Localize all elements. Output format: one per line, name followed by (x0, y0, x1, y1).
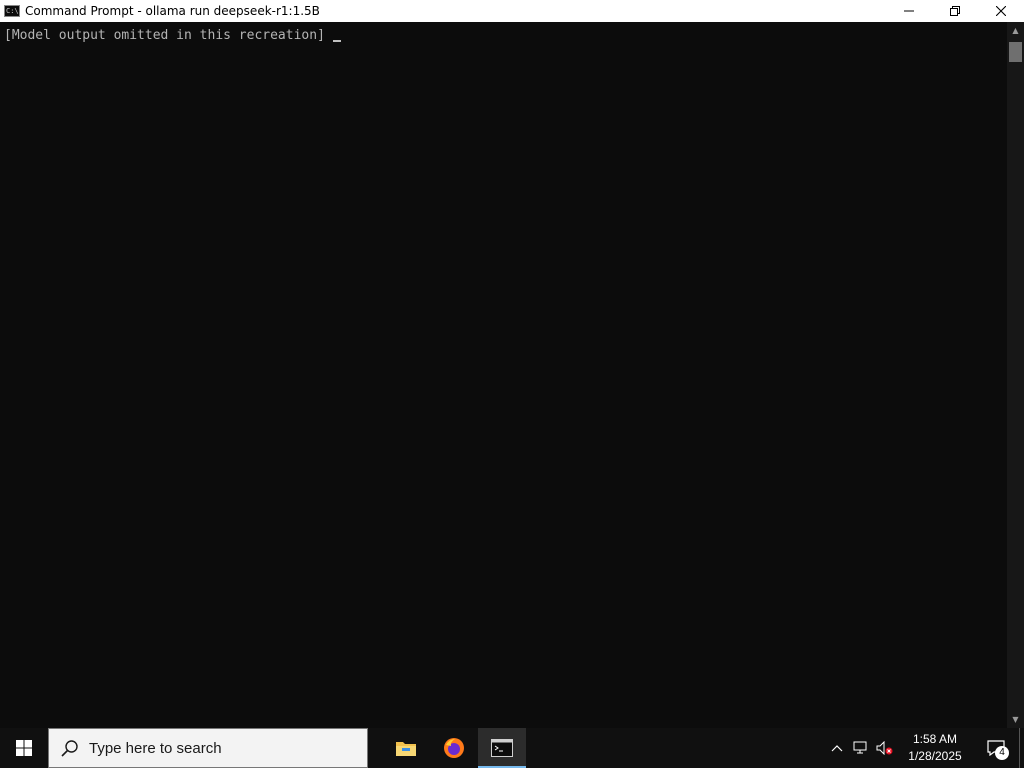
clock-time: 1:58 AM (912, 732, 958, 746)
volume-muted-icon (876, 741, 893, 755)
title-bar[interactable]: C:\ Command Prompt - ollama run deepseek… (0, 0, 1024, 22)
scroll-up-icon[interactable]: ▲ (1007, 22, 1024, 39)
search-icon (61, 740, 78, 757)
folder-icon (396, 742, 416, 756)
chevron-up-icon (831, 745, 843, 752)
taskbar-app-firefox[interactable] (430, 728, 478, 768)
taskbar-search-box[interactable]: Type here to search (48, 728, 368, 768)
firefox-icon (444, 738, 464, 758)
terminal-icon (491, 739, 513, 757)
window-title: Command Prompt - ollama run deepseek-r1:… (25, 4, 320, 18)
command-prompt-window: C:\ Command Prompt - ollama run deepseek… (0, 0, 1024, 728)
scroll-thumb[interactable] (1009, 42, 1022, 62)
taskbar-app-file-explorer[interactable] (382, 728, 430, 768)
action-center-button[interactable]: 4 (973, 728, 1019, 768)
close-icon (996, 6, 1006, 16)
taskbar-app-command-prompt[interactable] (478, 728, 526, 768)
scroll-down-icon[interactable]: ▼ (1007, 711, 1024, 728)
system-tray: 1:58 AM 1/28/2025 4 (825, 728, 1024, 768)
console-placeholder: [Model output omitted in this recreation… (4, 28, 325, 43)
network-button[interactable] (849, 728, 873, 768)
show-desktop-button[interactable] (1019, 728, 1024, 768)
network-icon (853, 741, 867, 754)
clock[interactable]: 1:58 AM 1/28/2025 (897, 731, 973, 765)
console-output[interactable]: [Model output omitted in this recreation… (0, 22, 1007, 728)
search-placeholder: Type here to search (89, 739, 222, 757)
taskbar: Type here to search 1:58 AM 1/28/2025 4 (0, 728, 1024, 768)
clock-date: 1/28/2025 (908, 749, 962, 763)
maximize-button[interactable] (932, 0, 978, 22)
console-app-icon: C:\ (4, 5, 20, 17)
close-button[interactable] (978, 0, 1024, 22)
vertical-scrollbar[interactable]: ▲ ▼ (1007, 22, 1024, 728)
minimize-icon (904, 10, 914, 12)
maximize-icon (950, 6, 960, 16)
volume-button[interactable] (873, 728, 897, 768)
notification-count-badge: 4 (995, 746, 1009, 760)
start-button[interactable] (0, 728, 48, 768)
text-cursor (332, 40, 341, 42)
windows-logo-icon (16, 740, 32, 756)
show-hidden-icons-button[interactable] (825, 728, 849, 768)
minimize-button[interactable] (886, 0, 932, 22)
